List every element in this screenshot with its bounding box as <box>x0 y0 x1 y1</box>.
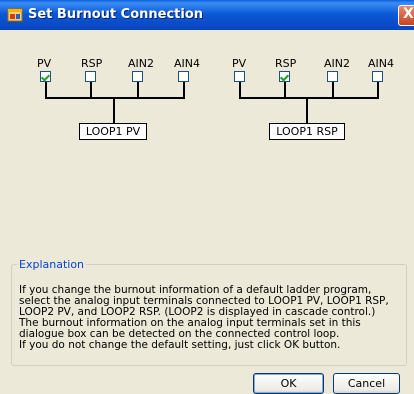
explanation-legend: Explanation <box>19 258 85 271</box>
connector-bus <box>45 97 185 99</box>
ain4-label: AIN4 <box>368 57 394 70</box>
pv-checkbox[interactable] <box>40 71 51 82</box>
ok-button[interactable]: OK <box>253 373 324 394</box>
app-window-icon <box>7 7 23 23</box>
close-icon: X <box>403 6 414 22</box>
explanation-line: The burnout information on the analog in… <box>19 317 361 340</box>
rsp-checkbox[interactable] <box>279 71 290 82</box>
explanation-group: Explanation If you change the burnout in… <box>11 258 407 366</box>
explanation-text: If you change the burnout information of… <box>19 285 403 351</box>
cancel-button[interactable]: Cancel <box>333 373 400 394</box>
dialog-window: Set Burnout Connection X PV RSP AIN2 AIN… <box>0 0 414 394</box>
ain2-checkbox[interactable] <box>327 71 338 82</box>
connector-line <box>239 82 241 98</box>
ain4-checkbox[interactable] <box>372 71 383 82</box>
connector-stem <box>113 97 115 123</box>
connector-stem <box>306 97 308 123</box>
ain2-label: AIN2 <box>128 57 154 70</box>
connector-line <box>90 82 92 98</box>
pv-label: PV <box>232 57 247 70</box>
ain4-checkbox[interactable] <box>178 71 189 82</box>
ain2-label: AIN2 <box>324 57 350 70</box>
ain4-label: AIN4 <box>174 57 200 70</box>
pv-label: PV <box>37 57 52 70</box>
title-bar[interactable]: Set Burnout Connection X <box>0 0 414 30</box>
connector-line <box>332 82 334 98</box>
loop1-pv-box: LOOP1 PV <box>79 123 147 140</box>
window-title: Set Burnout Connection <box>28 7 204 22</box>
connector-bus <box>239 97 379 99</box>
connector-line <box>183 82 185 98</box>
rsp-label: RSP <box>81 57 103 70</box>
explanation-line: If you do not change the default setting… <box>19 339 341 351</box>
connector-line <box>377 82 379 98</box>
ain2-checkbox[interactable] <box>132 71 143 82</box>
rsp-label: RSP <box>275 57 297 70</box>
close-button[interactable]: X <box>398 5 414 26</box>
connector-line <box>137 82 139 98</box>
pv-checkbox[interactable] <box>234 71 245 82</box>
connector-line <box>45 82 47 98</box>
loop1-rsp-box: LOOP1 RSP <box>269 123 345 140</box>
explanation-line: If you change the burnout information of… <box>19 284 389 318</box>
dialog-content: PV RSP AIN2 AIN4 LOOP1 PV PV RSP AIN2 AI… <box>3 30 411 394</box>
connector-line <box>284 82 286 98</box>
rsp-checkbox[interactable] <box>85 71 96 82</box>
